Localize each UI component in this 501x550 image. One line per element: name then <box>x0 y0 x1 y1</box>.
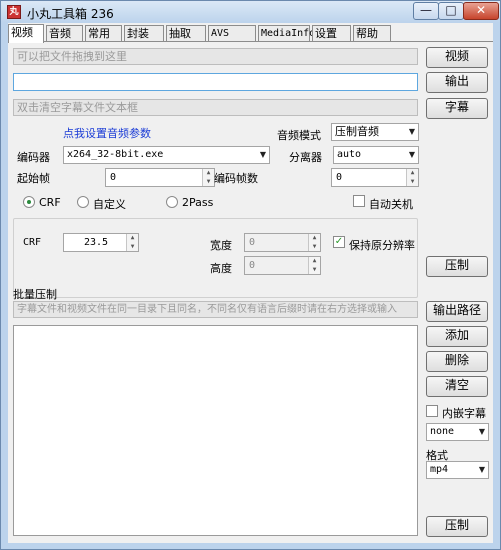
encoder-select[interactable]: x264_32-8bit.exe ▼ <box>63 146 270 164</box>
batch-subtitle-hint-field[interactable]: 字幕文件和视频文件在同一目录下且同名，不同名仅有语言后缀时请在右方选择或输入 <box>13 301 418 318</box>
tab-help[interactable]: 帮助 <box>353 25 391 42</box>
batch-encode-button[interactable]: 压制 <box>426 516 488 537</box>
output-path-button[interactable]: 输出路径 <box>426 301 488 322</box>
chevron-down-icon: ▼ <box>408 127 415 136</box>
audio-mode-label: 音频模式 <box>277 129 321 142</box>
encode-options-group <box>13 218 418 298</box>
crf-spinner[interactable]: 23.5 ▲ ▼ <box>63 233 139 252</box>
encoder-value: x264_32-8bit.exe <box>67 149 164 160</box>
chevron-down-icon: ▼ <box>408 150 415 159</box>
video-tab-panel: 可以把文件拖拽到这里 视频 输出 双击清空字幕文件文本框 字幕 点我设置音频参数… <box>8 41 493 543</box>
audio-mode-select[interactable]: 压制音频 ▼ <box>331 123 419 141</box>
encoder-label: 编码器 <box>17 151 50 164</box>
subtitle-lang-value: none <box>430 426 455 437</box>
height-value: 0 <box>249 260 256 271</box>
tab-avs[interactable]: AVS <box>208 25 256 42</box>
format-value: mp4 <box>430 464 449 475</box>
chevron-down-icon: ▼ <box>478 427 485 436</box>
crf-radio[interactable] <box>23 196 35 208</box>
add-button[interactable]: 添加 <box>426 326 488 347</box>
batch-file-list[interactable] <box>13 325 418 536</box>
start-frame-value: 0 <box>110 172 117 183</box>
height-label: 高度 <box>210 262 232 275</box>
spinner-arrows-icon[interactable]: ▲ ▼ <box>126 234 138 251</box>
title-bar[interactable]: 丸 小丸工具箱 236 — □ ✕ <box>1 1 500 23</box>
tab-bar: 视频 音频 常用 封装 抽取 AVS MediaInfo 设置 帮助 <box>8 24 493 43</box>
app-icon: 丸 <box>7 5 21 19</box>
client-area: 视频 音频 常用 封装 抽取 AVS MediaInfo 设置 帮助 可以把文件… <box>8 23 493 543</box>
close-icon[interactable]: ✕ <box>463 2 499 20</box>
two-pass-radio-label[interactable]: 2Pass <box>182 196 213 209</box>
subtitle-button[interactable]: 字幕 <box>426 98 488 119</box>
app-window: 丸 小丸工具箱 236 — □ ✕ 视频 音频 常用 封装 抽取 AVS Med… <box>0 0 501 550</box>
minimize-icon[interactable]: — <box>413 2 439 20</box>
spinner-arrows-icon[interactable]: ▲ ▼ <box>308 257 320 274</box>
output-button[interactable]: 输出 <box>426 72 488 93</box>
width-spinner[interactable]: 0 ▲ ▼ <box>244 233 321 252</box>
audio-mode-value: 压制音频 <box>335 125 379 138</box>
batch-section-title: 批量压制 <box>13 288 57 301</box>
delete-button[interactable]: 删除 <box>426 351 488 372</box>
spinner-arrows-icon[interactable]: ▲ ▼ <box>308 234 320 251</box>
encode-frames-value: 0 <box>336 172 343 183</box>
custom-radio[interactable] <box>77 196 89 208</box>
video-file-input[interactable]: 可以把文件拖拽到这里 <box>13 48 418 65</box>
width-value: 0 <box>249 237 256 248</box>
start-frame-label: 起始帧 <box>17 172 50 185</box>
crf-value: 23.5 <box>84 237 109 248</box>
subtitle-lang-select[interactable]: none ▼ <box>426 423 489 441</box>
audio-params-link[interactable]: 点我设置音频参数 <box>63 125 151 141</box>
custom-radio-label[interactable]: 自定义 <box>93 196 126 212</box>
format-select[interactable]: mp4 ▼ <box>426 461 489 479</box>
keep-resolution-checkbox[interactable]: ✓ <box>333 236 345 248</box>
window-title: 小丸工具箱 236 <box>27 7 114 21</box>
embed-subtitle-label[interactable]: 内嵌字幕 <box>442 405 486 421</box>
tab-mux[interactable]: 封装 <box>124 25 164 42</box>
tab-audio[interactable]: 音频 <box>46 25 83 42</box>
embed-subtitle-checkbox[interactable] <box>426 405 438 417</box>
keep-resolution-label[interactable]: 保持原分辨率 <box>349 237 415 253</box>
demuxer-select[interactable]: auto ▼ <box>333 146 419 164</box>
two-pass-radio[interactable] <box>166 196 178 208</box>
auto-shutdown-checkbox[interactable] <box>353 195 365 207</box>
crf-radio-label[interactable]: CRF <box>39 196 61 209</box>
start-frame-spinner[interactable]: 0 ▲ ▼ <box>105 168 215 187</box>
tab-settings[interactable]: 设置 <box>312 25 351 42</box>
crf-label: CRF <box>23 237 42 248</box>
encode-frames-spinner[interactable]: 0 ▲ ▼ <box>331 168 419 187</box>
spinner-arrows-icon[interactable]: ▲ ▼ <box>202 169 214 186</box>
encode-frames-label: 编码帧数 <box>214 172 258 185</box>
spinner-arrows-icon[interactable]: ▲ ▼ <box>406 169 418 186</box>
auto-shutdown-label[interactable]: 自动关机 <box>369 196 413 212</box>
encode-button[interactable]: 压制 <box>426 256 488 277</box>
maximize-icon[interactable]: □ <box>438 2 464 20</box>
height-spinner[interactable]: 0 ▲ ▼ <box>244 256 321 275</box>
tab-common[interactable]: 常用 <box>85 25 122 42</box>
demuxer-value: auto <box>337 149 362 160</box>
tab-video[interactable]: 视频 <box>8 24 44 43</box>
clear-button[interactable]: 清空 <box>426 376 488 397</box>
chevron-down-icon: ▼ <box>478 465 485 474</box>
chevron-down-icon: ▼ <box>259 150 266 159</box>
tab-extract[interactable]: 抽取 <box>166 25 206 42</box>
width-label: 宽度 <box>210 239 232 252</box>
video-button[interactable]: 视频 <box>426 47 488 68</box>
subtitle-file-input[interactable]: 双击清空字幕文件文本框 <box>13 99 418 116</box>
demuxer-label: 分离器 <box>289 151 322 164</box>
tab-mediainfo[interactable]: MediaInfo <box>258 25 315 42</box>
output-file-input[interactable] <box>13 73 418 91</box>
